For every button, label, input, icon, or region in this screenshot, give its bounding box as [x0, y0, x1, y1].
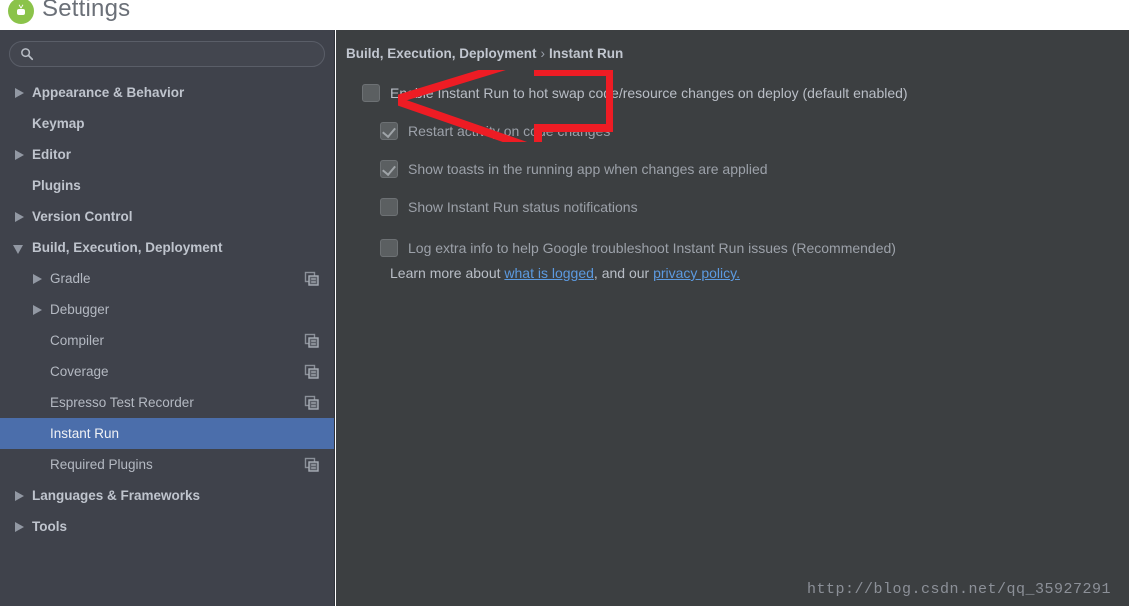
sidebar-item-build-execution-deployment[interactable]: Build, Execution, Deployment — [0, 232, 334, 263]
sidebar-item-label: Plugins — [32, 178, 81, 193]
sidebar-item-label: Gradle — [50, 271, 91, 286]
sidebar-item-label: Debugger — [50, 302, 110, 317]
sidebar-item-languages-frameworks[interactable]: Languages & Frameworks — [0, 480, 334, 511]
checkbox-restart-activity[interactable] — [380, 122, 398, 140]
search-box[interactable] — [9, 41, 325, 67]
privacy-policy-link[interactable]: privacy policy. — [653, 265, 740, 281]
sidebar-item-label: Coverage — [50, 364, 109, 379]
settings-main-panel: Build, Execution, Deployment › Instant Run… — [336, 30, 1129, 606]
learn-more-text: Learn more about what is logged, and our… — [362, 265, 1129, 281]
sidebar-item-label: Appearance & Behavior — [32, 85, 185, 100]
sidebar-item-required-plugins[interactable]: Required Plugins — [0, 449, 334, 480]
search-input[interactable] — [40, 46, 316, 62]
option-row-enable-instant-run[interactable]: Enable Instant Run to hot swap code/reso… — [362, 84, 1129, 102]
settings-window: Settings Appearance & Behavior Keymap Ed… — [0, 0, 1129, 606]
option-row-log-extra-info[interactable]: Log extra info to help Google troublesho… — [362, 239, 1129, 257]
window-title: Settings — [42, 0, 131, 22]
twisty-placeholder — [12, 117, 26, 131]
sidebar-item-label: Required Plugins — [50, 457, 153, 472]
sidebar-item-version-control[interactable]: Version Control — [0, 201, 334, 232]
option-label: Show toasts in the running app when chan… — [408, 161, 768, 177]
what-is-logged-link[interactable]: what is logged — [504, 265, 594, 281]
option-label: Log extra info to help Google troublesho… — [408, 240, 896, 256]
twisty-placeholder — [30, 396, 44, 410]
breadcrumb-parent[interactable]: Build, Execution, Deployment — [346, 46, 537, 61]
sidebar-item-label: Keymap — [32, 116, 85, 131]
checkbox-enable-instant-run[interactable] — [362, 84, 380, 102]
sidebar-item-coverage[interactable]: Coverage — [0, 356, 334, 387]
settings-tree: Appearance & Behavior Keymap Editor Plug… — [0, 77, 334, 542]
sidebar-item-instant-run[interactable]: Instant Run — [0, 418, 334, 449]
sidebar-item-plugins[interactable]: Plugins — [0, 170, 334, 201]
search-icon — [21, 48, 34, 61]
learn-more-middle: , and our — [593, 265, 654, 281]
twisty-placeholder — [30, 334, 44, 348]
sidebar-item-tools[interactable]: Tools — [0, 511, 334, 542]
settings-sidebar: Appearance & Behavior Keymap Editor Plug… — [0, 30, 335, 606]
chevron-right-icon[interactable] — [30, 303, 44, 317]
option-label: Show Instant Run status notifications — [408, 199, 638, 215]
window-titlebar: Settings — [0, 0, 1129, 30]
option-label: Restart activity on code changes — [408, 123, 611, 139]
twisty-placeholder — [30, 365, 44, 379]
chevron-right-icon[interactable] — [30, 272, 44, 286]
sidebar-item-label: Instant Run — [50, 426, 120, 441]
sidebar-item-label: Editor — [32, 147, 71, 162]
sidebar-item-label: Tools — [32, 519, 67, 534]
option-label: Enable Instant Run to hot swap code/reso… — [390, 85, 908, 101]
sidebar-item-label: Compiler — [50, 333, 105, 348]
checkbox-status-notifications[interactable] — [380, 198, 398, 216]
twisty-placeholder — [12, 179, 26, 193]
instant-run-options: Enable Instant Run to hot swap code/reso… — [336, 84, 1129, 281]
breadcrumb: Build, Execution, Deployment › Instant Run — [346, 46, 1129, 61]
checkbox-log-extra-info[interactable] — [380, 239, 398, 257]
chevron-right-icon[interactable] — [12, 86, 26, 100]
option-row-status-notifications[interactable]: Show Instant Run status notifications — [362, 198, 1129, 216]
chevron-right-icon[interactable] — [12, 489, 26, 503]
chevron-right-icon[interactable] — [12, 210, 26, 224]
sidebar-item-label: Espresso Test Recorder — [50, 395, 194, 410]
sidebar-item-label: Build, Execution, Deployment — [32, 240, 223, 255]
twisty-placeholder — [30, 458, 44, 472]
chevron-right-icon[interactable] — [12, 520, 26, 534]
breadcrumb-separator: › — [540, 46, 546, 61]
copy-icon[interactable] — [304, 271, 320, 287]
copy-icon[interactable] — [304, 395, 320, 411]
android-studio-icon — [8, 0, 34, 24]
option-row-restart-activity[interactable]: Restart activity on code changes — [362, 122, 1129, 140]
sidebar-item-appearance-behavior[interactable]: Appearance & Behavior — [0, 77, 334, 108]
copy-icon[interactable] — [304, 364, 320, 380]
sidebar-item-label: Languages & Frameworks — [32, 488, 201, 503]
checkbox-show-toasts[interactable] — [380, 160, 398, 178]
twisty-placeholder — [30, 427, 44, 441]
sidebar-item-compiler[interactable]: Compiler — [0, 325, 334, 356]
watermark-url: http://blog.csdn.net/qq_35927291 — [806, 581, 1111, 598]
chevron-down-icon[interactable] — [12, 241, 26, 255]
sidebar-item-gradle[interactable]: Gradle — [0, 263, 334, 294]
sidebar-item-label: Version Control — [32, 209, 133, 224]
sidebar-item-espresso-test-recorder[interactable]: Espresso Test Recorder — [0, 387, 334, 418]
chevron-right-icon[interactable] — [12, 148, 26, 162]
sidebar-item-keymap[interactable]: Keymap — [0, 108, 334, 139]
copy-icon[interactable] — [304, 457, 320, 473]
breadcrumb-current: Instant Run — [549, 46, 624, 61]
sidebar-item-debugger[interactable]: Debugger — [0, 294, 334, 325]
copy-icon[interactable] — [304, 333, 320, 349]
option-row-show-toasts[interactable]: Show toasts in the running app when chan… — [362, 160, 1129, 178]
learn-more-prefix: Learn more about — [390, 265, 505, 281]
sidebar-item-editor[interactable]: Editor — [0, 139, 334, 170]
